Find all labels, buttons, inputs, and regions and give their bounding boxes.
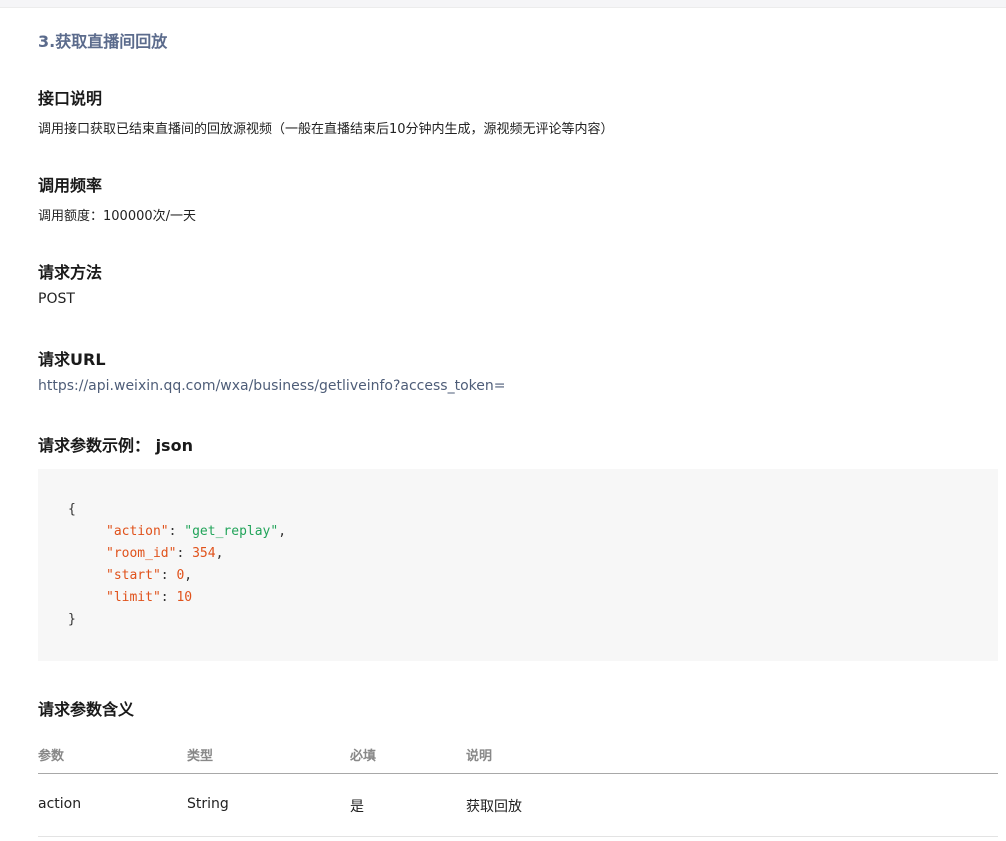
table-header-param: 参数 (38, 749, 65, 764)
table-row-divider (38, 836, 998, 837)
example-heading: 请求参数示例： json (38, 436, 193, 455)
table-cell-param: action (38, 796, 82, 812)
code-key: "room_id" (106, 546, 177, 561)
code-close-brace: } (68, 612, 76, 627)
params-heading: 请求参数含义 (38, 700, 135, 719)
table-header-type: 类型 (187, 749, 214, 764)
table-header-required: 必填 (350, 749, 377, 764)
code-value: 10 (176, 590, 193, 605)
table-cell-type: String (187, 796, 229, 812)
rate-text: 调用额度：100000次/一天 (38, 209, 197, 224)
rate-heading: 调用频率 (38, 176, 103, 195)
code-key: "limit" (106, 590, 161, 605)
section-title: 3.获取直播间回放 (38, 32, 168, 51)
method-value: POST (38, 291, 75, 307)
top-bar (0, 0, 1006, 8)
method-heading: 请求方法 (38, 263, 103, 282)
url-heading: 请求URL (38, 350, 106, 369)
table-header-divider (38, 773, 998, 774)
intro-text: 调用接口获取已结束直播间的回放源视频（一般在直播结束后10分钟内生成，源视频无评… (38, 122, 614, 137)
code-content: { "action": "get_replay", "room_id": 354… (68, 502, 287, 627)
code-key: "start" (106, 568, 161, 583)
code-value: 354 (192, 546, 216, 561)
code-open-brace: { (68, 502, 76, 517)
table-header-description: 说明 (466, 749, 493, 764)
code-block: { "action": "get_replay", "room_id": 354… (38, 469, 998, 661)
intro-heading: 接口说明 (38, 89, 103, 108)
code-key: "action" (106, 524, 169, 539)
code-value: "get_replay" (184, 524, 279, 539)
request-url-link[interactable]: https://api.weixin.qq.com/wxa/business/g… (38, 378, 505, 394)
table-cell-description: 获取回放 (466, 799, 522, 815)
table-cell-required: 是 (350, 799, 364, 815)
